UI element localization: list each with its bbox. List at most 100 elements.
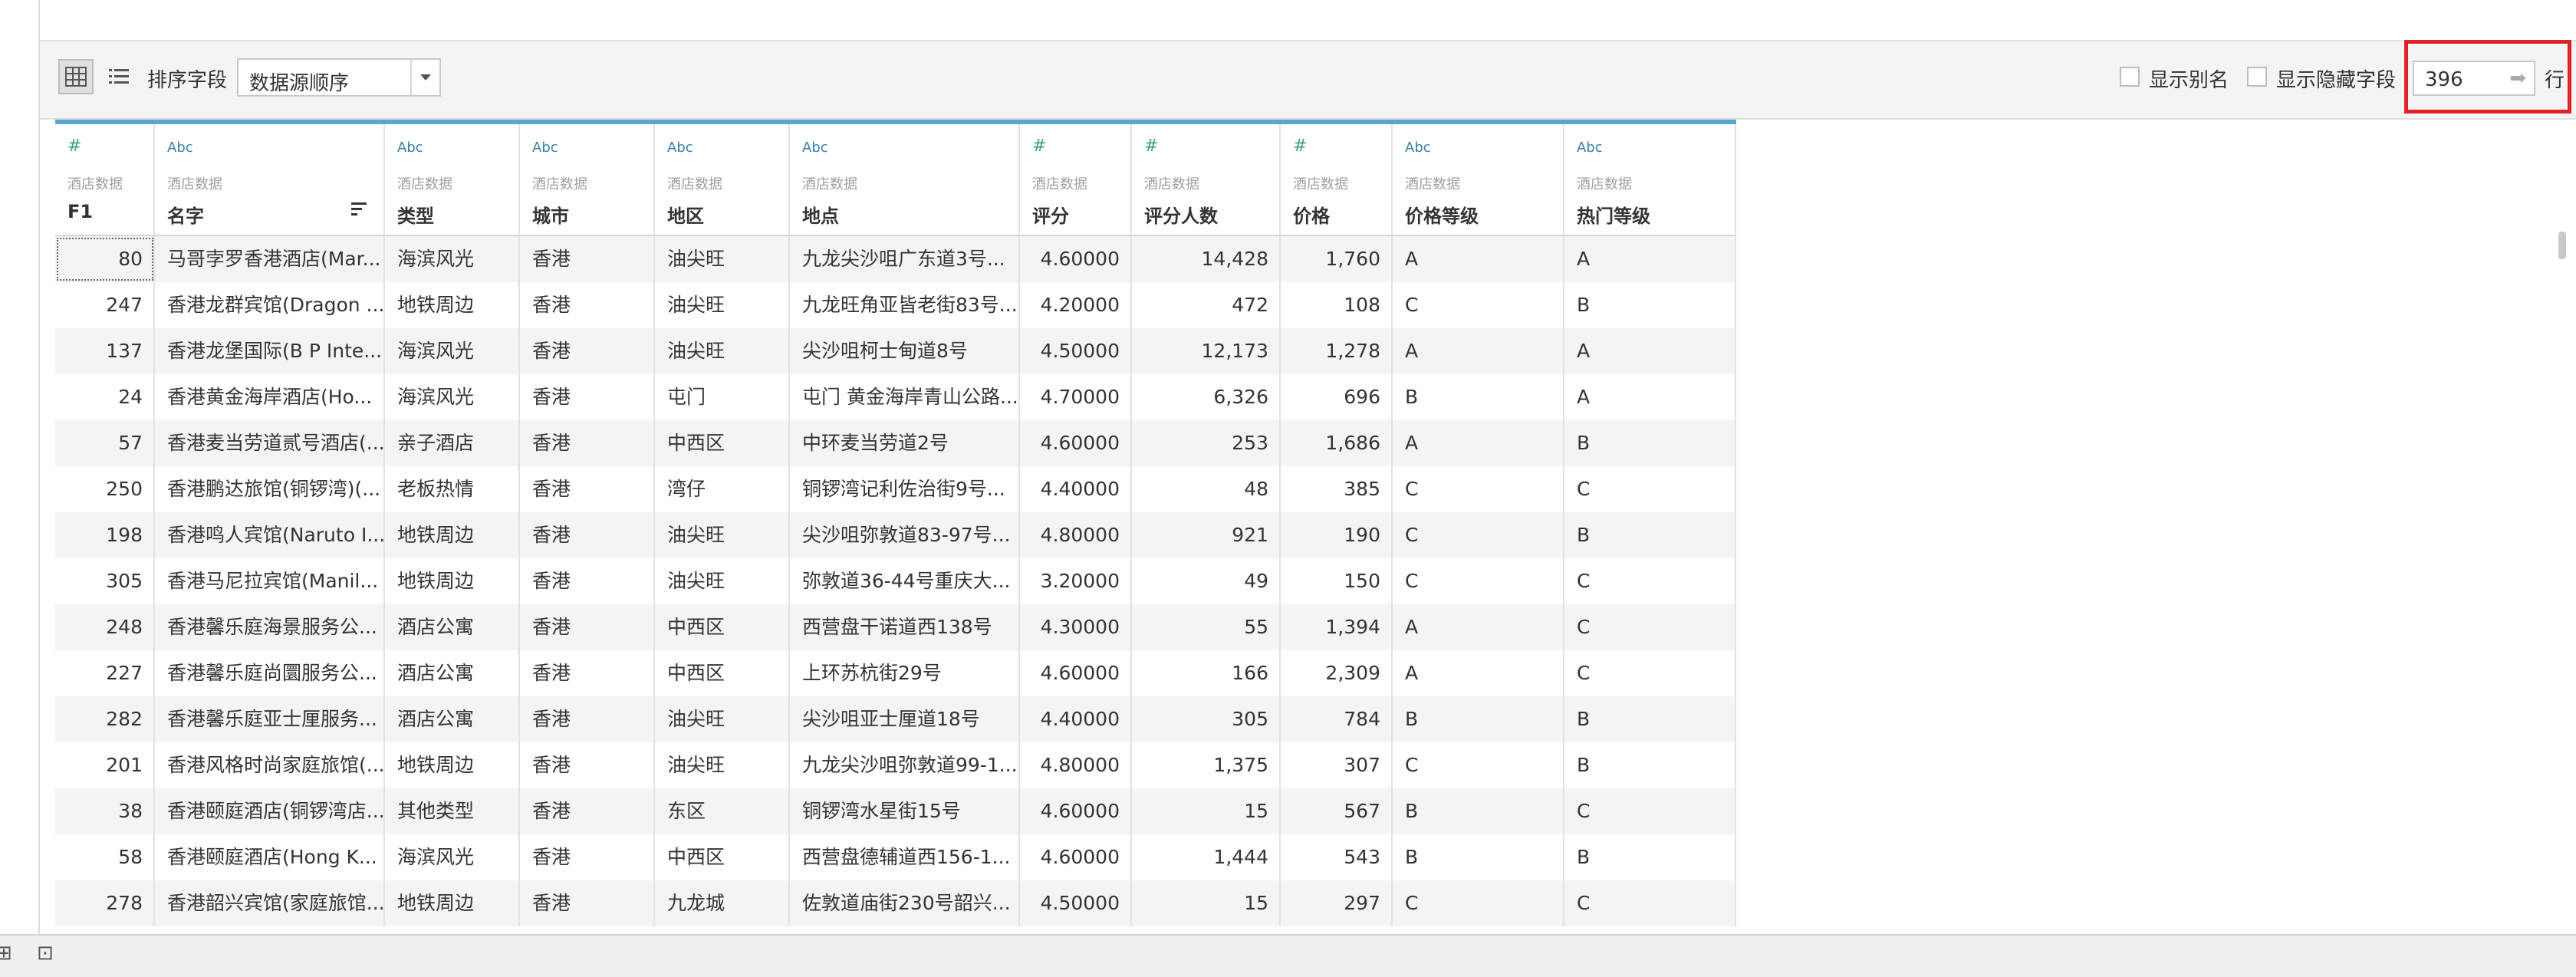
table-cell[interactable]: C bbox=[1393, 742, 1564, 788]
table-cell[interactable]: A bbox=[1393, 328, 1564, 374]
table-cell[interactable]: 西营盘干诺道西138号 bbox=[790, 604, 1020, 650]
table-cell[interactable]: 香港风格时尚家庭旅馆(... bbox=[155, 742, 385, 788]
table-cell[interactable]: 中西区 bbox=[655, 420, 790, 466]
table-cell[interactable]: 香港黄金海岸酒店(Ho... bbox=[155, 374, 385, 420]
table-cell[interactable]: 油尖旺 bbox=[655, 512, 790, 558]
table-cell[interactable]: 香港颐庭酒店(铜锣湾店... bbox=[155, 788, 385, 834]
table-cell[interactable]: 250 bbox=[55, 466, 155, 512]
table-cell[interactable]: B bbox=[1564, 742, 1736, 788]
table-cell[interactable]: 香港 bbox=[520, 650, 655, 696]
table-cell[interactable]: 1,444 bbox=[1132, 834, 1281, 880]
table-cell[interactable]: 567 bbox=[1281, 788, 1393, 834]
table-cell[interactable]: C bbox=[1393, 282, 1564, 328]
show-alias-checkbox[interactable] bbox=[2120, 67, 2140, 87]
column-header[interactable]: Abc 酒店数据 类型 bbox=[385, 124, 520, 235]
table-cell[interactable]: C bbox=[1564, 558, 1736, 604]
table-cell[interactable]: 地铁周边 bbox=[385, 742, 520, 788]
table-cell[interactable]: 酒店公寓 bbox=[385, 650, 520, 696]
table-cell[interactable]: 油尖旺 bbox=[655, 328, 790, 374]
table-cell[interactable]: 佐敦道庙街230号韶兴... bbox=[790, 880, 1020, 926]
table-cell[interactable]: B bbox=[1393, 788, 1564, 834]
table-cell[interactable]: 海滨风光 bbox=[385, 236, 520, 282]
table-cell[interactable]: C bbox=[1564, 880, 1736, 926]
table-cell[interactable]: 4.60000 bbox=[1020, 788, 1132, 834]
table-cell[interactable]: 油尖旺 bbox=[655, 558, 790, 604]
table-cell[interactable]: 108 bbox=[1281, 282, 1393, 328]
table-cell[interactable]: 海滨风光 bbox=[385, 834, 520, 880]
table-cell[interactable]: 香港 bbox=[520, 512, 655, 558]
table-cell[interactable]: 4.80000 bbox=[1020, 512, 1132, 558]
table-cell[interactable]: 55 bbox=[1132, 604, 1281, 650]
add-dashboard-icon[interactable]: ⊡ bbox=[37, 942, 54, 965]
table-cell[interactable]: B bbox=[1564, 834, 1736, 880]
table-cell[interactable]: 亲子酒店 bbox=[385, 420, 520, 466]
table-cell[interactable]: 282 bbox=[55, 696, 155, 742]
table-cell[interactable]: 472 bbox=[1132, 282, 1281, 328]
table-row[interactable]: 248 香港馨乐庭海景服务公... 酒店公寓 香港 中西区 西营盘干诺道西138号 4.30… bbox=[55, 604, 1736, 650]
table-cell[interactable]: 253 bbox=[1132, 420, 1281, 466]
table-cell[interactable]: 弥敦道36-44号重庆大... bbox=[790, 558, 1020, 604]
add-sheet-icon[interactable]: ⊞ bbox=[0, 942, 12, 965]
table-row[interactable]: 278 香港韶兴宾馆(家庭旅馆... 地铁周边 香港 九龙城 佐敦道庙街230号韶兴...… bbox=[55, 880, 1736, 926]
table-cell[interactable]: 58 bbox=[55, 834, 155, 880]
table-cell[interactable]: A bbox=[1393, 420, 1564, 466]
table-cell[interactable]: 香港鸣人宾馆(Naruto I... bbox=[155, 512, 385, 558]
table-cell[interactable]: 12,173 bbox=[1132, 328, 1281, 374]
table-cell[interactable]: 香港 bbox=[520, 374, 655, 420]
table-cell[interactable]: A bbox=[1564, 374, 1736, 420]
table-row[interactable]: 227 香港馨乐庭尚圜服务公... 酒店公寓 香港 中西区 上环苏杭街29号 4.60000… bbox=[55, 650, 1736, 696]
table-cell[interactable]: 150 bbox=[1281, 558, 1393, 604]
table-cell[interactable]: 4.30000 bbox=[1020, 604, 1132, 650]
table-cell[interactable]: 铜锣湾水星街15号 bbox=[790, 788, 1020, 834]
column-header[interactable]: Abc 酒店数据 价格等级 bbox=[1393, 124, 1564, 235]
column-header[interactable]: Abc 酒店数据 热门等级 bbox=[1564, 124, 1736, 235]
table-cell[interactable]: 香港馨乐庭亚士厘服务... bbox=[155, 696, 385, 742]
table-cell[interactable]: 4.60000 bbox=[1020, 650, 1132, 696]
table-cell[interactable]: B bbox=[1393, 374, 1564, 420]
table-row[interactable]: 282 香港馨乐庭亚士厘服务... 酒店公寓 香港 油尖旺 尖沙咀亚士厘道18号 4.400… bbox=[55, 696, 1736, 742]
table-cell[interactable]: 香港 bbox=[520, 604, 655, 650]
table-cell[interactable]: 地铁周边 bbox=[385, 512, 520, 558]
table-cell[interactable]: 1,760 bbox=[1281, 236, 1393, 282]
list-view-button[interactable] bbox=[101, 59, 137, 94]
table-cell[interactable]: C bbox=[1564, 466, 1736, 512]
table-cell[interactable]: 海滨风光 bbox=[385, 374, 520, 420]
table-cell[interactable]: 油尖旺 bbox=[655, 696, 790, 742]
table-cell[interactable]: 4.40000 bbox=[1020, 466, 1132, 512]
table-cell[interactable]: 307 bbox=[1281, 742, 1393, 788]
table-cell[interactable]: 铜锣湾记利佐治街9号... bbox=[790, 466, 1020, 512]
table-cell[interactable]: 香港韶兴宾馆(家庭旅馆... bbox=[155, 880, 385, 926]
table-cell[interactable]: 1,394 bbox=[1281, 604, 1393, 650]
table-cell[interactable]: 老板热情 bbox=[385, 466, 520, 512]
table-cell[interactable]: 247 bbox=[55, 282, 155, 328]
table-cell[interactable]: A bbox=[1564, 328, 1736, 374]
table-cell[interactable]: 香港麦当劳道贰号酒店(... bbox=[155, 420, 385, 466]
table-cell[interactable]: 九龙尖沙咀广东道3号... bbox=[790, 236, 1020, 282]
table-cell[interactable]: 4.70000 bbox=[1020, 374, 1132, 420]
table-cell[interactable]: 385 bbox=[1281, 466, 1393, 512]
table-cell[interactable]: C bbox=[1393, 558, 1564, 604]
table-cell[interactable]: 屯门 bbox=[655, 374, 790, 420]
table-cell[interactable]: 4.40000 bbox=[1020, 696, 1132, 742]
table-cell[interactable]: 1,375 bbox=[1132, 742, 1281, 788]
table-row[interactable]: 58 香港颐庭酒店(Hong K... 海滨风光 香港 中西区 西营盘德辅道西156-1.… bbox=[55, 834, 1736, 880]
table-cell[interactable]: 东区 bbox=[655, 788, 790, 834]
table-cell[interactable]: 4.50000 bbox=[1020, 328, 1132, 374]
table-cell[interactable]: 1,686 bbox=[1281, 420, 1393, 466]
table-cell[interactable]: 香港 bbox=[520, 834, 655, 880]
table-cell[interactable]: 49 bbox=[1132, 558, 1281, 604]
table-cell[interactable]: 香港 bbox=[520, 282, 655, 328]
table-row[interactable]: 38 香港颐庭酒店(铜锣湾店... 其他类型 香港 东区 铜锣湾水星街15号 4.60000… bbox=[55, 788, 1736, 834]
table-cell[interactable]: 尖沙咀亚士厘道18号 bbox=[790, 696, 1020, 742]
table-cell[interactable]: 305 bbox=[1132, 696, 1281, 742]
table-cell[interactable]: 香港馨乐庭尚圜服务公... bbox=[155, 650, 385, 696]
table-cell[interactable]: 15 bbox=[1132, 880, 1281, 926]
sort-icon[interactable] bbox=[350, 201, 368, 221]
table-cell[interactable]: 4.20000 bbox=[1020, 282, 1132, 328]
table-cell[interactable]: B bbox=[1564, 420, 1736, 466]
table-cell[interactable]: 香港龙群宾馆(Dragon ... bbox=[155, 282, 385, 328]
table-cell[interactable]: 香港 bbox=[520, 880, 655, 926]
table-cell[interactable]: B bbox=[1564, 282, 1736, 328]
vertical-scrollbar[interactable] bbox=[2558, 232, 2566, 259]
table-cell[interactable]: 香港 bbox=[520, 742, 655, 788]
